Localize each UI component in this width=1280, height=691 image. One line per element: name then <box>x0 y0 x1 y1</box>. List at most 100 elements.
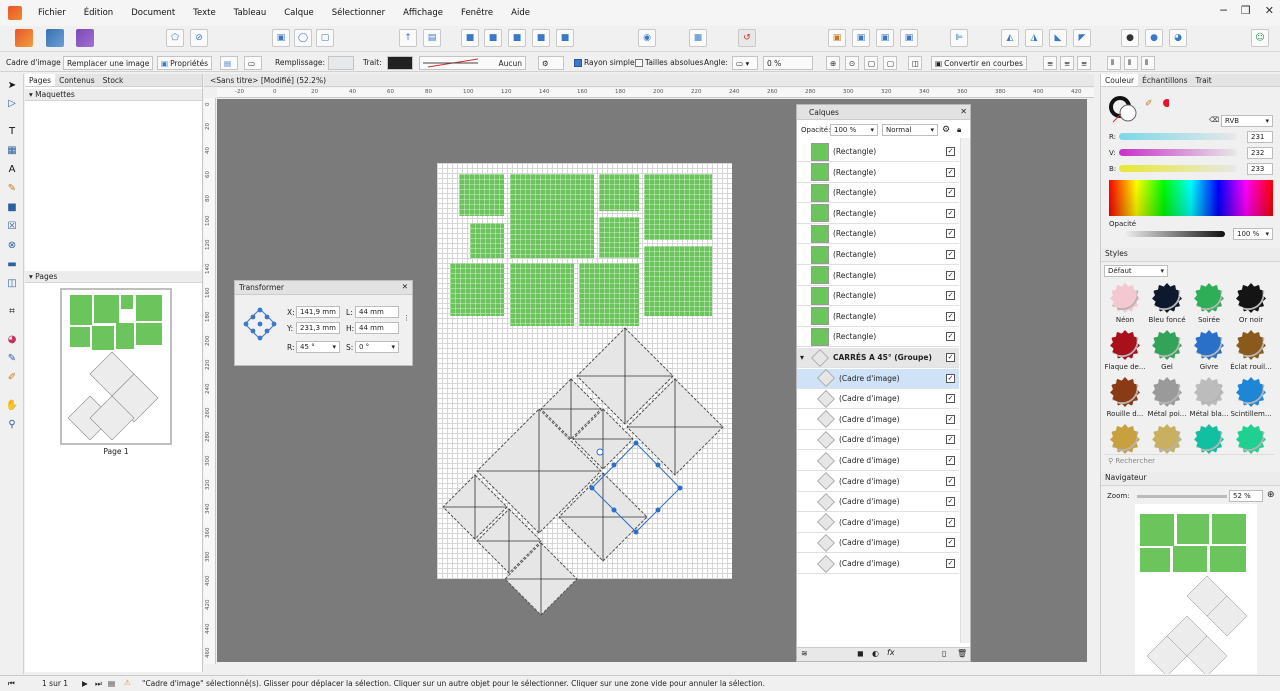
arrange-backward-icon[interactable]: ▣ <box>852 29 870 47</box>
aspect-icon[interactable]: ▢ <box>883 56 897 70</box>
layer-row[interactable]: (Cadre d'image) ✓ <box>797 533 959 554</box>
menu-calque[interactable]: Calque <box>275 8 323 18</box>
move-tool-icon[interactable]: ➤ <box>5 78 19 92</box>
links-icon[interactable]: ⊘ <box>190 29 208 47</box>
clip-icon[interactable]: ▢ <box>316 29 334 47</box>
vertical-ruler[interactable]: 0 20 40 60 80 100 120 140 160 180 200 220 240 260 280 3… <box>204 98 216 664</box>
spread-icon[interactable]: ▤ <box>108 679 115 688</box>
style-swatch[interactable] <box>1110 283 1140 313</box>
align-middle-icon[interactable]: ⫴ <box>1124 56 1138 70</box>
text-frame-tool-icon[interactable]: T <box>5 124 19 138</box>
layer-visibility-checkbox[interactable]: ✓ <box>946 250 955 259</box>
y-field[interactable]: 231,3 mm <box>296 322 340 334</box>
layer-visibility-checkbox[interactable]: ✓ <box>946 559 955 568</box>
delete-page-icon[interactable]: ■ <box>508 29 526 47</box>
close-panel-icon[interactable]: ✕ <box>960 107 967 116</box>
layer-row[interactable]: (Rectangle) ✓ <box>797 286 959 307</box>
transform-origin-icon[interactable]: ⊕ <box>826 56 840 70</box>
layer-visibility-checkbox[interactable]: ✓ <box>946 270 955 280</box>
tab-couleur[interactable]: Couleur <box>1101 74 1139 86</box>
layer-row[interactable]: (Cadre d'image) ✓ <box>797 430 959 451</box>
rotate-right-icon[interactable]: ◤ <box>1073 29 1091 47</box>
color-opacity-field[interactable]: 100 % ▾ <box>1233 228 1273 240</box>
place-image-tool-icon[interactable]: ▬ <box>5 257 19 271</box>
style-swatch[interactable] <box>1194 330 1224 360</box>
navigator-header[interactable]: Navigateur <box>1101 472 1280 486</box>
layers-header[interactable]: Calques ✕ <box>797 105 970 120</box>
align-center-icon[interactable]: ≡ <box>1060 56 1074 70</box>
layer-visibility-checkbox[interactable]: ✓ <box>946 476 955 486</box>
layer-visibility-checkbox[interactable]: ✓ <box>946 517 955 527</box>
tab-pages[interactable]: Pages <box>25 74 56 86</box>
layer-visibility-checkbox[interactable]: ✓ <box>946 332 955 342</box>
stroke-style-dropdown[interactable]: Aucun <box>419 56 526 70</box>
style-swatch[interactable] <box>1194 424 1224 454</box>
styles-category-dropdown[interactable]: Défaut ▾ <box>1104 265 1168 277</box>
corner-value-field[interactable]: 0 % <box>763 56 813 70</box>
menu-document[interactable]: Document <box>122 8 184 18</box>
layer-visibility-checkbox[interactable]: ✓ <box>946 167 955 177</box>
tab-stock[interactable]: Stock <box>99 74 128 86</box>
layer-row[interactable]: (Rectangle) ✓ <box>797 245 959 265</box>
layer-visibility-checkbox[interactable]: ✓ <box>946 373 955 383</box>
style-swatch[interactable] <box>1110 377 1140 407</box>
navigator-preview[interactable] <box>1135 504 1257 677</box>
layer-row[interactable]: (Cadre d'image) ✓ <box>797 554 959 574</box>
pin-icon[interactable]: ↑ <box>399 29 417 47</box>
arrange-back-icon[interactable]: ▣ <box>828 29 846 47</box>
close-icon[interactable]: ✕ <box>1265 4 1274 17</box>
first-page-icon[interactable]: ⏮ <box>8 679 15 689</box>
style-swatch[interactable] <box>1236 283 1266 313</box>
next-page-icon[interactable]: ▶ <box>82 679 88 688</box>
blue-field[interactable]: 233 <box>1247 163 1273 175</box>
flip-v-icon[interactable]: ◮ <box>1025 29 1043 47</box>
layer-visibility-checkbox[interactable]: ✓ <box>946 353 955 362</box>
adjustment-icon[interactable]: ◐ <box>872 649 879 658</box>
layer-row[interactable]: (Rectangle) ✓ <box>797 224 959 245</box>
eyedropper-icon[interactable]: ⌫ <box>1209 116 1219 124</box>
snapping-icon[interactable]: ↺ <box>738 29 756 47</box>
gear-icon[interactable]: ⚙ <box>538 56 564 70</box>
link-icon[interactable]: ⋮ <box>403 314 410 322</box>
layer-row[interactable]: (Cadre d'image) ✓ <box>797 451 959 471</box>
layer-visibility-checkbox[interactable]: ✓ <box>946 188 955 198</box>
maximize-icon[interactable]: ❐ <box>1241 4 1251 17</box>
last-page-icon[interactable]: ⏭ <box>95 679 102 689</box>
arrange-pages-icon[interactable]: ■ <box>532 29 550 47</box>
replace-image-button[interactable]: Remplacer une image <box>63 56 154 70</box>
preview-icon[interactable]: ◉ <box>638 29 656 47</box>
layer-row[interactable]: (Rectangle) ✓ <box>797 183 959 204</box>
sync-icon[interactable]: ■ <box>556 29 574 47</box>
opacity-slider[interactable] <box>1125 231 1225 237</box>
layer-visibility-checkbox[interactable]: ✓ <box>946 311 955 321</box>
layer-stack-icon[interactable]: ≋ <box>801 649 808 658</box>
vector-crop-tool-icon[interactable]: ◫ <box>5 276 19 290</box>
single-radius-option[interactable]: Rayon simple <box>574 58 635 67</box>
height-field[interactable]: 44 mm <box>355 322 399 334</box>
masters-header[interactable]: ▾ Maquettes <box>25 89 202 101</box>
color-model-dropdown[interactable]: RVB ▾ <box>1221 115 1273 127</box>
document-tab[interactable]: <Sans titre> [Modifié] (52.2%) <box>204 74 1094 87</box>
rotation-field[interactable]: 45 ° ▾ <box>296 341 340 353</box>
style-swatch[interactable] <box>1152 377 1182 407</box>
publisher-persona-icon[interactable] <box>76 29 94 47</box>
layer-visibility-checkbox[interactable]: ✓ <box>946 147 955 156</box>
fill-stroke-selector[interactable] <box>1109 96 1169 126</box>
fill-tool-icon[interactable]: ◕ <box>5 332 19 346</box>
horizontal-ruler[interactable]: -20 0 20 40 60 80 100 120 140 160 180 200 220 240 260 2… <box>217 88 1158 98</box>
green-field[interactable]: 232 <box>1247 147 1273 159</box>
document-page[interactable] <box>437 163 732 616</box>
layer-row[interactable]: (Cadre d'image) ✓ <box>797 492 959 513</box>
add-page-icon[interactable]: ■ <box>484 29 502 47</box>
red-slider[interactable] <box>1119 133 1237 140</box>
layer-row[interactable]: (Rectangle) ✓ <box>797 266 959 286</box>
tab-trait[interactable]: Trait <box>1192 74 1216 86</box>
absolute-sizes-checkbox[interactable] <box>635 59 643 67</box>
style-swatch[interactable] <box>1236 377 1266 407</box>
layer-visibility-checkbox[interactable]: ✓ <box>946 291 955 301</box>
layer-opacity-field[interactable]: 100 % ▾ <box>830 124 878 136</box>
anchor-point-selector[interactable] <box>243 307 277 341</box>
align-bottom-icon[interactable]: ⫴ <box>1141 56 1155 70</box>
page-thumbnail[interactable] <box>60 288 172 445</box>
layer-row[interactable]: (Rectangle) ✓ <box>797 327 959 348</box>
